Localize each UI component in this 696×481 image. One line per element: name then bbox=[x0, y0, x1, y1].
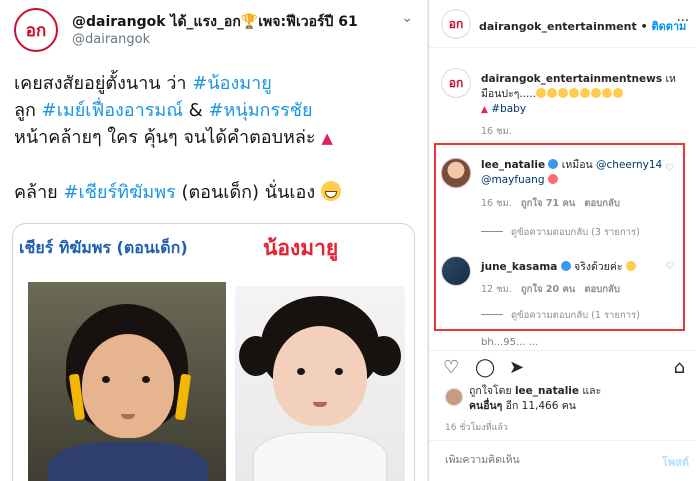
liker-username[interactable]: lee_natalie bbox=[515, 385, 579, 397]
red-triangle-icon: ▲ bbox=[321, 129, 333, 147]
comment-likes[interactable]: ถูกใจ 71 คน bbox=[521, 198, 575, 209]
tweet-text: เคยสงสัยอยู่ตั้งนาน ว่า #น้องมายู ลูก #เ… bbox=[14, 70, 420, 206]
mention-link[interactable]: @cheerny14 bbox=[596, 159, 662, 171]
other-likers-link[interactable]: คนอื่นๆ bbox=[469, 400, 502, 412]
tweet-text-segment: & bbox=[182, 100, 209, 121]
tweet-author-name[interactable]: @dairangok ได้_แรง_อก🏆เพจ:ฟีเวอร์ปี 61 bbox=[72, 11, 358, 33]
view-replies-button[interactable]: ดูข้อความตอบกลับ (1 รายการ) bbox=[481, 308, 640, 323]
post-author: dairangok_entertainment • ติดตาม bbox=[479, 17, 686, 35]
grinning-face-icon bbox=[613, 88, 624, 98]
caption-username[interactable]: dairangok_entertainmentnews bbox=[481, 73, 662, 85]
bookmark-icon[interactable]: ⌂ bbox=[674, 357, 685, 378]
reply-button[interactable]: ตอบกลับ bbox=[584, 198, 620, 209]
tweet-image[interactable]: เชียร์ ทิฆัมพร (ตอนเด็ก) น้องมายู bbox=[12, 223, 415, 481]
grinning-face-icon bbox=[558, 88, 569, 98]
verified-badge-icon bbox=[560, 261, 571, 271]
tweet-card: อก @dairangok ได้_แรง_อก🏆เพจ:ฟีเวอร์ปี 6… bbox=[0, 0, 428, 481]
tweet-author-handle[interactable]: @dairangok bbox=[72, 32, 150, 47]
comment-body: เหมือน bbox=[558, 159, 597, 171]
comment-time: 16 ชม. bbox=[481, 198, 512, 209]
comment-input[interactable] bbox=[445, 454, 625, 466]
grinning-face-icon bbox=[320, 181, 341, 201]
comment-bar: โพสต์ bbox=[429, 440, 696, 481]
likes-and: และ bbox=[579, 385, 602, 397]
comment-like-icon[interactable]: ♡ bbox=[665, 163, 674, 174]
comment-username[interactable]: lee_natalie bbox=[481, 159, 545, 171]
comment-like-icon[interactable]: ♡ bbox=[665, 261, 674, 272]
liker-avatar[interactable] bbox=[445, 388, 463, 406]
view-replies-button[interactable]: ดูข้อความตอบกลับ (3 รายการ) bbox=[481, 225, 640, 240]
grinning-face-icon bbox=[580, 88, 591, 98]
tweet-line-1: เคยสงสัยอยู่ตั้งนาน ว่า #น้องมายู bbox=[14, 70, 420, 97]
post-caption: dairangok_entertainmentnews เหมือนปะๆ...… bbox=[481, 72, 689, 118]
post-actions: ♡ ◯ ➤ ⌂ bbox=[429, 350, 696, 382]
caption-avatar[interactable]: อก bbox=[441, 68, 471, 98]
comment-avatar[interactable] bbox=[441, 158, 471, 188]
caption-time: 16 ชม. bbox=[481, 126, 512, 137]
chevron-down-icon[interactable]: ⌄ bbox=[401, 10, 413, 26]
comment-text: lee_natalie เหมือน @cheerny14 @mayfuang bbox=[481, 158, 681, 188]
grinning-face-icon bbox=[547, 88, 558, 98]
child-photo-left bbox=[28, 282, 226, 481]
replies-divider bbox=[481, 314, 503, 315]
post-header: อก dairangok_entertainment • ติดตาม ··· bbox=[429, 0, 696, 48]
grinning-face-icon bbox=[602, 88, 613, 98]
grinning-face-icon bbox=[625, 261, 636, 271]
likes-summary: ถูกใจโดย lee_natalie และ คนอื่นๆ อีก 11,… bbox=[469, 384, 601, 414]
separator-dot: • bbox=[636, 20, 652, 33]
account-avatar[interactable]: อก bbox=[441, 9, 471, 39]
tweet-line-2: ลูก #เมย์เฟื่องอารมณ์ & #หนุ่มกรรชัย bbox=[14, 97, 420, 124]
hashtag-link[interactable]: #น้องมายู bbox=[192, 73, 272, 94]
heart-eyes-icon bbox=[547, 174, 558, 184]
verified-badge-icon bbox=[548, 159, 559, 169]
post-comment-button[interactable]: โพสต์ bbox=[662, 453, 689, 471]
hashtag-link[interactable]: #เมย์เฟื่องอารมณ์ bbox=[42, 100, 183, 121]
tweet-avatar[interactable]: อก bbox=[14, 8, 58, 52]
share-icon[interactable]: ➤ bbox=[509, 357, 524, 378]
mention-link[interactable]: @mayfuang bbox=[481, 174, 544, 186]
view-replies-label: ดูข้อความตอบกลับ (3 รายการ) bbox=[511, 227, 640, 238]
comment-body: จริงด้วยค่ะ bbox=[570, 261, 626, 273]
tweet-text-segment: ลูก bbox=[14, 100, 42, 121]
other-likers-count: อีก 11,466 คน bbox=[502, 400, 576, 412]
child-photo-right bbox=[235, 286, 405, 481]
partial-comment: bh...95... ... bbox=[481, 337, 539, 348]
tweet-text-segment: (ตอนเด็ก) นั่นเอง bbox=[175, 182, 321, 203]
red-triangle-icon: ▲ bbox=[481, 105, 488, 115]
comment-meta: 16 ชม. ถูกใจ 71 คน ตอบกลับ bbox=[481, 196, 620, 211]
tweet-line-4: คล้าย #เชียร์ทิฆัมพร (ตอนเด็ก) นั่นเอง bbox=[14, 179, 420, 206]
comment-text: june_kasama จริงด้วยค่ะ bbox=[481, 260, 681, 275]
comment-meta: 12 ชม. ถูกใจ 20 คน ตอบกลับ bbox=[481, 282, 620, 297]
comment-avatar[interactable] bbox=[441, 256, 471, 286]
post-author-username[interactable]: dairangok_entertainment bbox=[479, 20, 637, 33]
image-caption-left: เชียร์ ทิฆัมพร (ตอนเด็ก) bbox=[19, 238, 188, 257]
comment-likes[interactable]: ถูกใจ 20 คน bbox=[521, 284, 575, 295]
hashtag-link[interactable]: #เชียร์ทิฆัมพร bbox=[63, 182, 175, 203]
more-options-icon[interactable]: ··· bbox=[677, 14, 689, 29]
caption-hashtag[interactable]: #baby bbox=[491, 103, 526, 115]
view-replies-label: ดูข้อความตอบกลับ (1 รายการ) bbox=[511, 310, 640, 321]
hashtag-link[interactable]: #หนุ่มกรรชัย bbox=[208, 100, 312, 121]
reply-button[interactable]: ตอบกลับ bbox=[584, 284, 620, 295]
tweet-line-3: หน้าคล้ายๆ ใคร คุ้นๆ จนได้คำตอบหล่ะ ▲ bbox=[14, 124, 420, 152]
grinning-face-icon bbox=[591, 88, 602, 98]
instagram-panel: อก dairangok_entertainment • ติดตาม ··· … bbox=[428, 0, 696, 481]
image-caption-right: น้องมายู bbox=[263, 236, 339, 260]
grinning-face-icon bbox=[536, 88, 547, 98]
post-time: 16 ชั่วโมงที่แล้ว bbox=[445, 423, 508, 433]
tweet-text-segment: หน้าคล้ายๆ ใคร คุ้นๆ จนได้คำตอบหล่ะ bbox=[14, 127, 322, 148]
tweet-text-segment: เคยสงสัยอยู่ตั้งนาน ว่า bbox=[14, 73, 193, 94]
replies-divider bbox=[481, 231, 503, 232]
comment-icon[interactable]: ◯ bbox=[475, 357, 495, 378]
comment-username[interactable]: june_kasama bbox=[481, 261, 557, 273]
tweet-text-segment: คล้าย bbox=[14, 182, 64, 203]
likes-prefix: ถูกใจโดย bbox=[469, 385, 515, 397]
comment-time: 12 ชม. bbox=[481, 284, 512, 295]
grinning-face-icon bbox=[569, 88, 580, 98]
heart-icon[interactable]: ♡ bbox=[443, 357, 459, 378]
